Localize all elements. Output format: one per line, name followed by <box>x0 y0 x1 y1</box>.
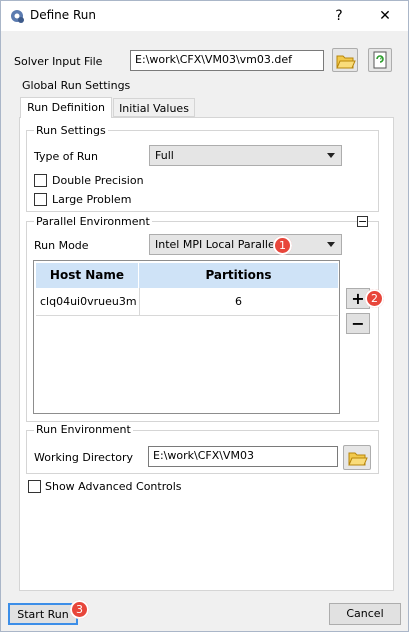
large-problem-label: Large Problem <box>52 193 132 206</box>
partitions-header[interactable]: Partitions <box>139 263 338 288</box>
start-run-button[interactable]: Start Run <box>8 603 78 625</box>
parallel-environment-label: Parallel Environment <box>34 215 152 228</box>
type-of-run-select[interactable]: Full <box>149 145 342 166</box>
host-name-header[interactable]: Host Name <box>36 263 139 288</box>
tab-run-definition[interactable]: Run Definition <box>20 97 112 118</box>
remove-host-button[interactable]: − <box>346 313 370 334</box>
global-run-settings-label: Global Run Settings <box>22 79 131 92</box>
tab-initial-values[interactable]: Initial Values <box>113 98 195 117</box>
double-precision-checkbox[interactable] <box>34 174 47 187</box>
help-button[interactable]: ? <box>329 6 349 26</box>
chevron-down-icon <box>327 153 335 158</box>
show-advanced-controls-label: Show Advanced Controls <box>45 480 182 493</box>
refresh-solver-button[interactable] <box>368 48 392 72</box>
run-environment-label: Run Environment <box>34 423 133 436</box>
annotation-badge-2: 2 <box>365 289 384 308</box>
run-mode-select[interactable]: Intel MPI Local Parallel <box>149 234 342 255</box>
run-mode-value: Intel MPI Local Parallel <box>155 238 278 251</box>
browse-solver-file-button[interactable] <box>332 48 358 72</box>
open-folder-icon <box>336 55 356 69</box>
reload-file-icon <box>373 51 387 69</box>
show-advanced-controls-checkbox[interactable] <box>28 480 41 493</box>
double-precision-label: Double Precision <box>52 174 144 187</box>
cancel-button[interactable]: Cancel <box>329 603 401 625</box>
run-mode-label: Run Mode <box>34 239 89 252</box>
gear-app-icon <box>11 10 24 23</box>
chevron-down-icon <box>327 242 335 247</box>
open-folder-icon <box>348 452 368 466</box>
partitions-cell[interactable]: 6 <box>139 295 338 308</box>
collapse-icon[interactable]: − <box>357 216 368 227</box>
solver-input-label: Solver Input File <box>14 55 103 68</box>
solver-input-field[interactable]: E:\work\CFX\VM03\vm03.def <box>130 50 324 71</box>
browse-working-directory-button[interactable] <box>343 445 371 470</box>
type-of-run-label: Type of Run <box>34 150 98 163</box>
annotation-badge-1: 1 <box>273 236 292 255</box>
window-title: Define Run <box>30 8 96 22</box>
type-of-run-value: Full <box>155 149 174 162</box>
working-directory-field[interactable]: E:\work\CFX\VM03 <box>148 446 338 467</box>
host-name-cell[interactable]: clq04ui0vrueu3m <box>40 295 137 308</box>
large-problem-checkbox[interactable] <box>34 193 47 206</box>
close-button[interactable]: ✕ <box>375 6 395 26</box>
annotation-badge-3: 3 <box>70 600 89 619</box>
working-directory-label: Working Directory <box>34 451 134 464</box>
run-settings-label: Run Settings <box>34 124 108 137</box>
